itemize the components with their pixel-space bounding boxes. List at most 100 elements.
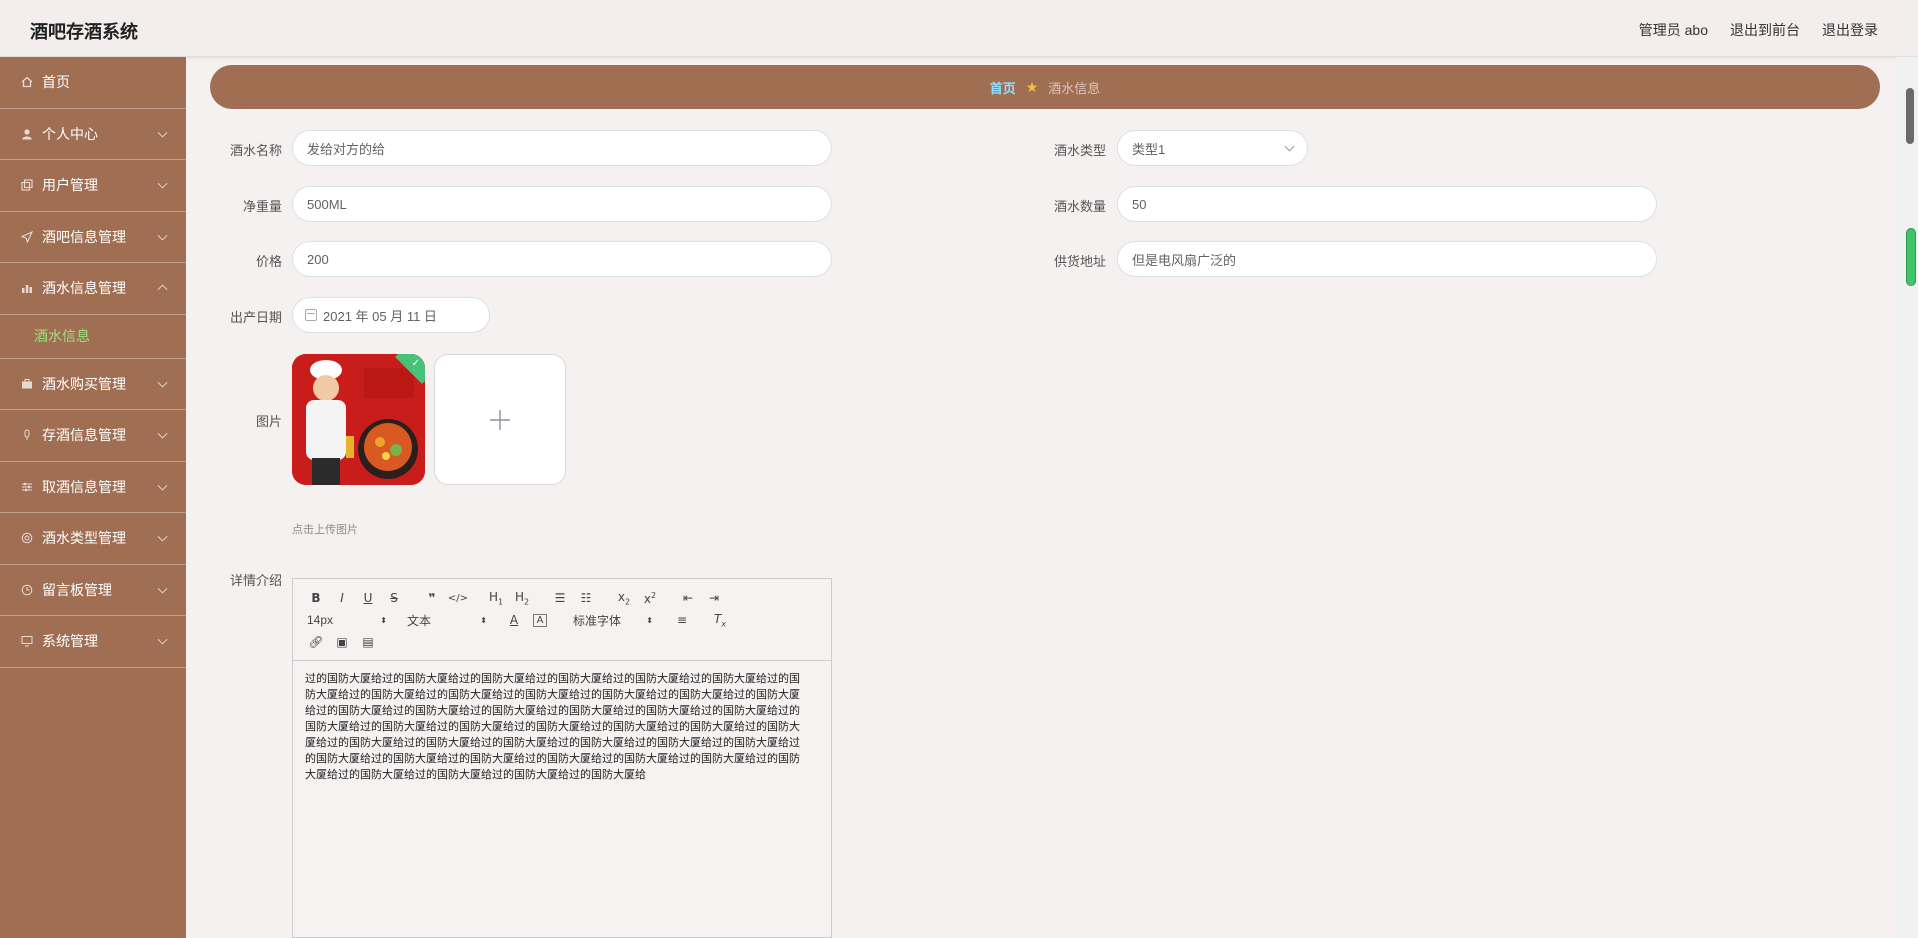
chevron-down-icon <box>157 531 168 542</box>
volume-value: 500ML <box>307 196 347 212</box>
plus-icon <box>490 409 510 430</box>
home-icon <box>20 75 34 89</box>
select-arrow-icon: ⬍ <box>380 615 387 625</box>
select-arrow-icon: ⬍ <box>480 615 487 625</box>
drink-count-value: 50 <box>1132 196 1147 212</box>
check-icon: ✓ <box>411 358 420 369</box>
star-icon: ★ <box>1025 78 1039 95</box>
mic-icon <box>20 428 34 442</box>
ordered-list-icon[interactable]: ☰ <box>547 591 573 605</box>
sidebar-item-drink-info[interactable]: 酒水信息管理 <box>0 263 186 315</box>
superscript-icon[interactable]: x2 <box>637 591 663 606</box>
image-upload-button[interactable] <box>434 354 566 485</box>
image-label: 图片 <box>255 414 282 429</box>
sidebar-item-personal[interactable]: 个人中心 <box>0 109 186 160</box>
sidebar-item-label: 酒水信息管理 <box>42 280 126 297</box>
drink-count-label: 酒水数量 <box>1053 199 1106 214</box>
font-family-select[interactable]: 标准字体 ⬍ <box>569 612 657 629</box>
chevron-down-icon <box>157 480 168 491</box>
sidebar-item-storage[interactable]: 存酒信息管理 <box>0 410 186 462</box>
sidebar-item-drink-type[interactable]: 酒水类型管理 <box>0 513 186 565</box>
supply-address-input[interactable]: 但是电风扇广泛的 <box>1117 241 1657 277</box>
sidebar-item-home[interactable]: 首页 <box>0 57 186 109</box>
chevron-down-icon <box>157 428 168 439</box>
sidebar-item-label: 个人中心 <box>42 125 98 142</box>
user-icon <box>20 127 34 141</box>
sidebar-item-bar-info[interactable]: 酒吧信息管理 <box>0 212 186 263</box>
price-input[interactable]: 200 <box>292 241 832 277</box>
chevron-down-icon <box>157 634 168 645</box>
font-color-icon[interactable]: A <box>501 613 527 627</box>
sidebar-item-label: 酒吧信息管理 <box>42 228 126 245</box>
select-arrow-icon: ⬍ <box>646 615 653 625</box>
italic-icon[interactable]: I <box>329 591 355 605</box>
paragraph-select[interactable]: 文本 ⬍ <box>403 612 491 629</box>
sidebar-item-system[interactable]: 系统管理 <box>0 616 186 668</box>
paragraph-value: 文本 <box>407 613 432 628</box>
production-date-picker[interactable]: 2021 年 05 月 11 日 <box>292 297 490 333</box>
drink-type-select[interactable]: 类型1 <box>1117 130 1308 166</box>
scrollbar-thumb[interactable] <box>1906 88 1914 144</box>
breadcrumb-home[interactable]: 首页 <box>990 78 1016 97</box>
sidebar-item-label: 用户管理 <box>42 177 98 194</box>
production-date-value: 2021 年 05 月 11 日 <box>323 308 437 324</box>
heading2-icon[interactable]: H2 <box>509 590 535 606</box>
sidebar: 首页 个人中心 用户管理 酒吧信息管理 酒水信息管理 酒水信息 酒水购买管理 存… <box>0 57 186 938</box>
strike-icon[interactable]: S <box>381 591 407 605</box>
drink-count-input[interactable]: 50 <box>1117 186 1657 222</box>
supply-address-value: 但是电风扇广泛的 <box>1132 252 1237 268</box>
price-label: 价格 <box>255 254 282 269</box>
sidebar-item-retrieve[interactable]: 取酒信息管理 <box>0 462 186 513</box>
scroll-indicator <box>1906 228 1916 286</box>
volume-label: 净重量 <box>242 199 282 214</box>
align-icon[interactable]: ≡ <box>669 613 695 627</box>
page-scrollbar[interactable] <box>1896 57 1918 938</box>
link-icon[interactable]: 🔗︎ <box>303 635 329 649</box>
globe-icon <box>20 531 34 545</box>
bold-icon[interactable]: B <box>303 591 329 605</box>
editor-content[interactable]: 过的国防大厦给过的国防大厦给过的国防大厦给过的国防大厦给过的国防大厦给过的国防大… <box>293 661 817 793</box>
background-color-icon[interactable]: A <box>533 613 547 627</box>
drink-type-label: 酒水类型 <box>1053 143 1106 158</box>
chart-icon <box>20 281 34 295</box>
monitor-icon <box>20 634 34 648</box>
chevron-down-icon <box>157 127 168 138</box>
video-icon[interactable]: ▤ <box>355 635 381 649</box>
chevron-down-icon <box>157 230 168 241</box>
sliders-icon <box>20 480 34 494</box>
chevron-up-icon <box>157 284 168 295</box>
sidebar-item-drink-purchase[interactable]: 酒水购买管理 <box>0 359 186 410</box>
sidebar-item-label: 取酒信息管理 <box>42 478 126 495</box>
breadcrumb-current: 酒水信息 <box>1048 80 1101 96</box>
font-size-select[interactable]: 14px ⬍ <box>303 613 391 627</box>
send-icon <box>20 230 34 244</box>
food-poster-image <box>292 354 425 485</box>
bullet-list-icon[interactable]: ☷ <box>573 591 599 605</box>
blockquote-icon[interactable]: ❞ <box>419 591 445 605</box>
subscript-icon[interactable]: x2 <box>611 590 637 606</box>
chevron-down-icon <box>157 583 168 594</box>
drink-name-label: 酒水名称 <box>229 143 282 158</box>
app-title: 酒吧存酒系统 <box>30 22 138 42</box>
current-user: 管理员 abo <box>1638 22 1708 38</box>
heading1-icon[interactable]: H1 <box>483 590 509 606</box>
code-icon[interactable]: </> <box>445 593 471 604</box>
drink-name-input[interactable]: 发给对方的给 <box>292 130 832 166</box>
sidebar-item-users[interactable]: 用户管理 <box>0 160 186 212</box>
logout-link[interactable]: 退出登录 <box>1822 20 1878 40</box>
volume-input[interactable]: 500ML <box>292 186 832 222</box>
outdent-icon[interactable]: ⇤ <box>675 591 701 605</box>
sidebar-subitem-drink-info[interactable]: 酒水信息 <box>0 315 186 359</box>
production-date-label: 出产日期 <box>229 310 282 325</box>
sidebar-item-label: 留言板管理 <box>42 581 112 598</box>
indent-icon[interactable]: ⇥ <box>701 591 727 605</box>
drink-name-value: 发给对方的给 <box>307 141 386 157</box>
sidebar-item-message-board[interactable]: 留言板管理 <box>0 565 186 616</box>
font-size-value: 14px <box>307 613 334 627</box>
editor-toolbar: B I U S ❞ </> H1 H2 ☰ ☷ x2 x2 ⇤ ⇥ 14px ⬍ … <box>293 579 831 661</box>
image-icon[interactable]: ▣ <box>329 635 355 649</box>
uploaded-image-thumbnail[interactable]: ✓ <box>292 354 425 485</box>
clear-format-icon[interactable]: Tx <box>707 612 733 628</box>
exit-to-front-link[interactable]: 退出到前台 <box>1730 20 1800 40</box>
underline-icon[interactable]: U <box>355 591 381 605</box>
